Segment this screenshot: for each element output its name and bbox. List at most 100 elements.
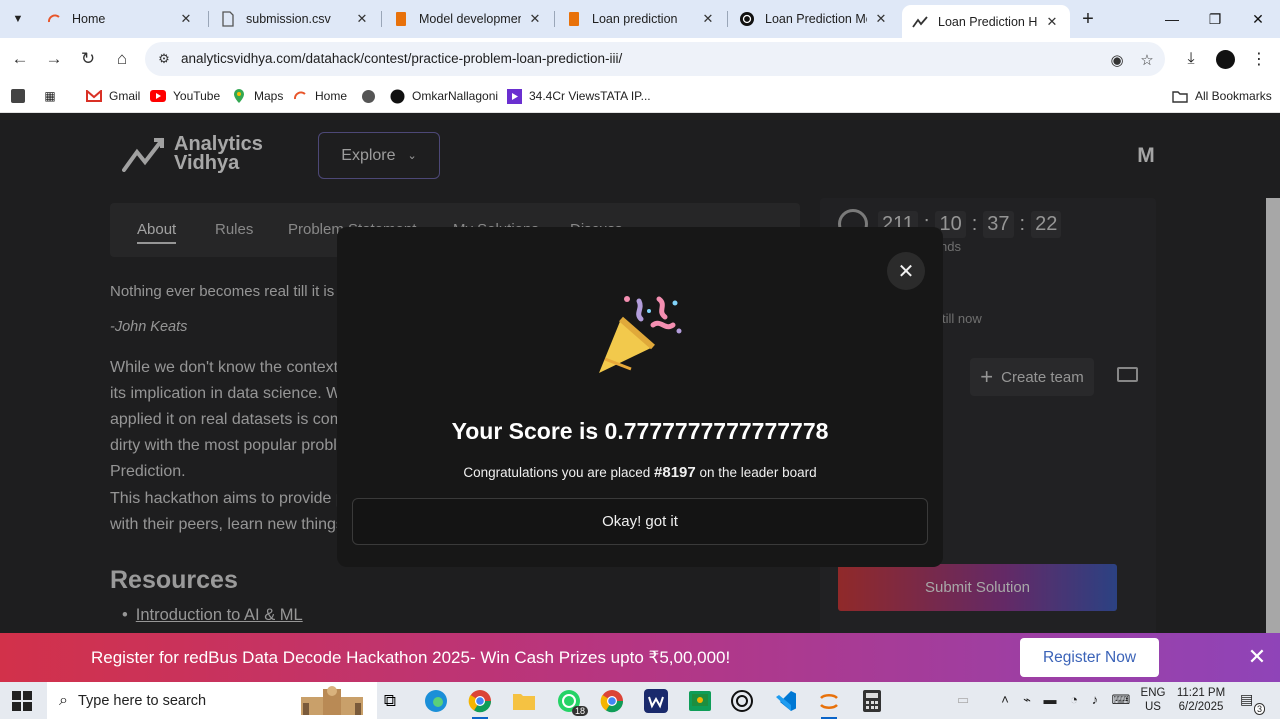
maps-icon: [231, 88, 247, 104]
tab-home[interactable]: Home ✕: [36, 4, 204, 34]
video-icon: [506, 88, 522, 104]
tab-model-development[interactable]: Model development ✕: [383, 4, 553, 34]
jupyter-icon[interactable]: [814, 686, 844, 719]
chatgpt-icon[interactable]: [727, 686, 757, 716]
notebook-icon: [566, 11, 582, 27]
tab-loan-prediction-mod[interactable]: Loan Prediction Mod ✕: [729, 4, 899, 34]
close-icon[interactable]: ✕: [527, 11, 543, 27]
tab-loan-prediction-hack[interactable]: Loan Prediction Hack ✕: [902, 5, 1070, 38]
profile-icon[interactable]: [1212, 46, 1238, 72]
home-icon[interactable]: ⌂: [109, 46, 135, 72]
bookmark-gmail[interactable]: Gmail: [86, 86, 140, 106]
meet-now-icon[interactable]: ⌁: [1018, 692, 1036, 708]
file-explorer-icon[interactable]: [509, 686, 539, 716]
back-arrow-icon[interactable]: ←: [7, 46, 33, 72]
tab-title: Home: [72, 12, 106, 26]
party-popper-icon: [599, 296, 682, 373]
language-indicator[interactable]: ENG US: [1138, 686, 1168, 714]
close-icon[interactable]: ✕: [700, 11, 716, 27]
ok-got-it-button[interactable]: Okay! got it: [352, 498, 928, 545]
reload-icon[interactable]: ↻: [75, 46, 101, 72]
calculator-icon[interactable]: [857, 686, 887, 716]
analyticsvidhya-favicon: [912, 14, 928, 30]
close-icon[interactable]: ✕: [178, 11, 194, 27]
wifi-icon[interactable]: ◔: [1064, 692, 1084, 707]
browser-tab-strip: ▼ Home ✕ submission.csv ✕ Model developm…: [0, 0, 1280, 38]
search-highlight-icon: [301, 686, 363, 715]
all-bookmarks-label: All Bookmarks: [1195, 89, 1272, 103]
bookmark-label: OmkarNallagoni: [412, 89, 499, 103]
tab-title: Model development: [419, 12, 521, 26]
address-bar[interactable]: ⚙ analyticsvidhya.com/datahack/contest/p…: [145, 42, 1165, 76]
score-modal: ✕ Your Score is 0.7777777777777778 Congr…: [337, 227, 943, 567]
notification-count: 3: [1253, 703, 1265, 715]
close-icon[interactable]: ✕: [1246, 644, 1268, 669]
whatsapp-icon[interactable]: 18: [554, 686, 588, 716]
promo-banner: Register for redBus Data Decode Hackatho…: [0, 633, 1280, 682]
notification-icon[interactable]: ▤ 3: [1240, 691, 1265, 715]
windows-taskbar: ⌕ Type here to search ⧉ 18 ▭ ˄ ⌁ ▬ ◔ ♪ ⌨…: [0, 682, 1280, 719]
task-view-icon[interactable]: ⧉: [375, 686, 405, 716]
bookmark-label: YouTube: [173, 89, 221, 103]
star-icon[interactable]: ☆: [1137, 50, 1157, 70]
chrome-icon[interactable]: [465, 686, 495, 719]
webex-icon[interactable]: [641, 686, 671, 716]
more-menu-icon[interactable]: ⋮: [1246, 46, 1272, 72]
vscode-icon[interactable]: [771, 686, 801, 716]
bookmark-globe[interactable]: [360, 86, 383, 106]
bookmark-github[interactable]: OmkarNallagoni: [389, 86, 498, 106]
tab-separator: [381, 11, 382, 27]
keyboard-layout-icon[interactable]: ▭: [952, 692, 974, 708]
site-info-icon[interactable]: ⚙: [155, 50, 173, 68]
download-icon[interactable]: ⤓: [1178, 46, 1204, 72]
bookmark-home[interactable]: Home: [292, 86, 347, 106]
close-icon[interactable]: ✕: [354, 11, 370, 27]
register-now-button[interactable]: Register Now: [1020, 638, 1159, 677]
system-clock[interactable]: 11:21 PM 6/2/2025: [1174, 686, 1228, 714]
close-icon[interactable]: ✕: [1044, 14, 1060, 30]
bookmark-label: Maps: [254, 89, 284, 103]
folder-icon: [1172, 88, 1188, 104]
keyboard-icon[interactable]: ⌨: [1110, 692, 1132, 708]
minimize-icon[interactable]: —: [1151, 6, 1193, 32]
banner-text: Register for redBus Data Decode Hackatho…: [91, 648, 731, 667]
bookmark-youtube[interactable]: YouTube: [150, 86, 220, 106]
volume-icon[interactable]: ♪: [1086, 692, 1104, 707]
rank-message: Congratulations you are placed #8197 on …: [463, 464, 817, 481]
close-icon[interactable]: ✕: [887, 252, 925, 290]
forward-arrow-icon[interactable]: →: [41, 46, 67, 72]
leaderboard-rank: #8197: [654, 464, 696, 481]
chevron-up-icon[interactable]: ˄: [996, 692, 1014, 707]
close-icon[interactable]: ✕: [873, 11, 889, 27]
analyticsvidhya-favicon: [46, 11, 62, 27]
bookmark-maps[interactable]: Maps: [231, 86, 283, 106]
all-bookmarks[interactable]: All Bookmarks: [1172, 86, 1272, 106]
bookmark-video[interactable]: 34.4Cr ViewsTATA IP...: [506, 86, 651, 106]
taskbar-search[interactable]: ⌕ Type here to search: [47, 682, 377, 719]
bookmark-label: Gmail: [109, 89, 141, 103]
new-tab-plus-icon[interactable]: +: [1077, 8, 1099, 30]
eye-slash-icon[interactable]: ◉: [1107, 50, 1127, 70]
tab-separator: [208, 11, 209, 27]
tab-loan-prediction[interactable]: Loan prediction ✕: [556, 4, 726, 34]
browser-toolbar: ← → ↻ ⌂ ⚙ analyticsvidhya.com/datahack/c…: [0, 38, 1280, 80]
tab-separator: [554, 11, 555, 27]
google-classroom-icon[interactable]: [685, 686, 715, 716]
analyticsvidhya-favicon: [292, 88, 308, 104]
chrome-profile-icon[interactable]: [597, 686, 627, 716]
tab-search-chevron-icon[interactable]: ▼: [6, 7, 30, 31]
tab-submission-csv[interactable]: submission.csv ✕: [210, 4, 380, 34]
search-placeholder: Type here to search: [77, 692, 207, 709]
youtube-icon: [150, 88, 166, 104]
battery-icon[interactable]: ▬: [1040, 692, 1060, 707]
notebook-icon: [393, 11, 409, 27]
chatgpt-icon: [739, 11, 755, 27]
window-close-icon[interactable]: ✕: [1237, 6, 1279, 32]
restore-icon[interactable]: ❐: [1194, 6, 1236, 32]
url-text[interactable]: analyticsvidhya.com/datahack/contest/pra…: [181, 51, 622, 66]
tab-separator: [727, 11, 728, 27]
sidebar-toggle-icon[interactable]: [11, 86, 32, 106]
apps-grid-icon[interactable]: ▦: [42, 86, 65, 106]
edge-icon[interactable]: [421, 686, 451, 716]
windows-start-icon[interactable]: [12, 691, 32, 711]
